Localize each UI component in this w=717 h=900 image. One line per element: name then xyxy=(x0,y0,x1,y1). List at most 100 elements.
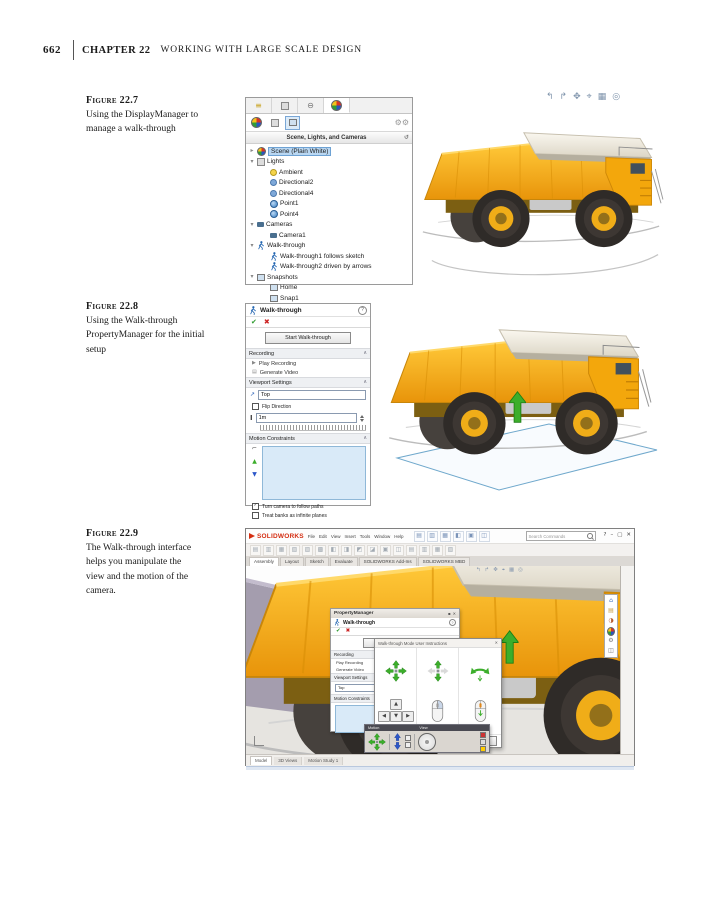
restore-button[interactable]: ▢ xyxy=(617,533,622,539)
task-pane-strip[interactable] xyxy=(620,566,634,754)
look-dpad-control[interactable] xyxy=(418,733,436,751)
tree-item-snap1[interactable]: Snap1 xyxy=(246,293,412,304)
cancel-x-icon[interactable]: ✖ xyxy=(346,629,351,635)
height-slider[interactable] xyxy=(260,425,366,431)
hud-settings-icon[interactable]: ◎ xyxy=(612,93,620,102)
minus-button[interactable] xyxy=(405,742,411,748)
qat-icon-6[interactable]: ◫ xyxy=(479,531,490,542)
plus-button[interactable] xyxy=(405,735,411,741)
toolbar-icon-16[interactable]: ▧ xyxy=(445,545,456,556)
close-icon[interactable]: ✕ xyxy=(453,612,456,616)
tree-item-cameras[interactable]: ▾ Cameras xyxy=(246,220,412,231)
tree-item-walkthrough2[interactable]: Walk-through2 driven by arrows xyxy=(246,262,412,273)
toolbar-icon-12[interactable]: ◫ xyxy=(393,545,404,556)
hud-icon-6[interactable]: ◎ xyxy=(518,568,523,574)
qat-icon-3[interactable]: ▦ xyxy=(440,531,451,542)
tab-motion-study[interactable]: Motion Study 1 xyxy=(304,757,343,765)
pan-icon[interactable]: ✥ xyxy=(573,93,581,102)
menu-file[interactable]: File xyxy=(308,534,315,539)
close-icon[interactable]: ✕ xyxy=(495,641,498,645)
toolbar-icon-15[interactable]: ▦ xyxy=(432,545,443,556)
toolbar-icon-1[interactable]: ▤ xyxy=(250,545,261,556)
tab-assembly[interactable]: Assembly xyxy=(249,557,279,566)
history-icon[interactable]: ↺ xyxy=(404,135,409,141)
propertymanager-window-titlebar[interactable]: PropertyManager ▪ ✕ xyxy=(331,609,459,618)
hud-icon-1[interactable]: ↰ xyxy=(476,568,481,574)
render-tools-gear-icon[interactable]: ⚙⚙ xyxy=(395,119,409,127)
graphics-area[interactable]: ↰ ↱ ✥ ⌖ ▦ ◎ PropertyManager ▪ ✕ Walk-thr… xyxy=(246,566,634,754)
tab-featuremanager[interactable]: ≡ xyxy=(246,98,272,113)
minimize-button[interactable]: – xyxy=(610,533,613,539)
toolbar-icon-3[interactable]: ▦ xyxy=(276,545,287,556)
menu-window[interactable]: Window xyxy=(374,534,390,539)
tree-item-walkthrough1[interactable]: Walk-through1 follows sketch xyxy=(246,251,412,262)
tab-propertymanager[interactable] xyxy=(272,98,298,113)
hud-icon-4[interactable]: ⌖ xyxy=(502,568,505,574)
tree-item-point4[interactable]: Point4 xyxy=(246,209,412,220)
toolbar-icon-4[interactable]: ▧ xyxy=(289,545,300,556)
ok-check-icon[interactable]: ✔ xyxy=(336,629,341,635)
menu-edit[interactable]: Edit xyxy=(319,534,327,539)
record-button[interactable] xyxy=(480,732,486,738)
tab-sketch[interactable]: Sketch xyxy=(305,557,329,566)
tab-evaluate[interactable]: Evaluate xyxy=(330,557,358,566)
toolbar-icon-11[interactable]: ▣ xyxy=(380,545,391,556)
palette-icon[interactable] xyxy=(607,627,615,635)
infinite-planes-checkbox[interactable] xyxy=(252,512,259,519)
tree-item-camera1[interactable]: Camera1 xyxy=(246,230,412,241)
tree-item-directional2[interactable]: Directional2 xyxy=(246,178,412,189)
qat-icon-2[interactable]: ▥ xyxy=(427,531,438,542)
play-recording-item[interactable]: ▶ Play Recording xyxy=(246,359,370,368)
toolbar-icon-5[interactable]: ▨ xyxy=(302,545,313,556)
toolbar-icon-13[interactable]: ▤ xyxy=(406,545,417,556)
generate-video-item[interactable]: ▤ Generate Video xyxy=(246,368,370,377)
look-around-icon[interactable]: ⌖ xyxy=(587,93,592,102)
pin-icon[interactable]: ▪ xyxy=(448,612,451,616)
tree-item-ambient[interactable]: Ambient xyxy=(246,167,412,178)
menu-view[interactable]: View xyxy=(331,534,341,539)
flip-direction-row[interactable]: Flip Direction xyxy=(246,402,370,411)
qat-icon-4[interactable]: ◧ xyxy=(453,531,464,542)
expander-icon[interactable]: ▾ xyxy=(249,159,255,165)
view-appearances-button[interactable] xyxy=(249,116,264,130)
cancel-x-icon[interactable]: ✖ xyxy=(264,319,270,326)
tree-item-snapshots[interactable]: ▾ Snapshots xyxy=(246,272,412,283)
tree-item-lights[interactable]: ▾ Lights xyxy=(246,157,412,168)
walk-back-icon[interactable]: ↰ xyxy=(546,93,554,102)
tab-layout[interactable]: Layout xyxy=(280,557,304,566)
tree-item-point1[interactable]: Point1 xyxy=(246,199,412,210)
start-walkthrough-button[interactable]: Start Walk-through xyxy=(265,332,351,344)
menu-tools[interactable]: Tools xyxy=(360,534,371,539)
toolbar-icon-7[interactable]: ◧ xyxy=(328,545,339,556)
tree-item-directional4[interactable]: Directional4 xyxy=(246,188,412,199)
view-scene-lights-cameras-button[interactable] xyxy=(285,116,300,130)
toolbar-icon-14[interactable]: ▥ xyxy=(419,545,430,556)
expander-icon[interactable]: ▾ xyxy=(249,222,255,228)
appearances-icon[interactable]: ◑ xyxy=(607,617,615,625)
menu-help[interactable]: Help xyxy=(394,534,403,539)
follow-paths-row[interactable]: ✓ Turn camera to follow paths xyxy=(246,502,370,511)
move-control-icon[interactable] xyxy=(368,733,386,751)
help-button[interactable]: ? xyxy=(604,533,607,539)
up-constraint-icon[interactable]: ▲ xyxy=(252,459,257,465)
qat-icon-1[interactable]: ▤ xyxy=(414,531,425,542)
design-library-icon[interactable]: ▤ xyxy=(607,607,615,615)
command-search-box[interactable]: Search Commands xyxy=(526,531,596,541)
help-icon[interactable]: ? xyxy=(449,619,456,626)
snapshot-icon[interactable]: ▦ xyxy=(598,93,607,102)
tab-solidworks-addins[interactable]: SOLIDWORKS Add-Ins xyxy=(359,557,417,566)
settings-gear-icon[interactable]: ⚙ xyxy=(607,637,615,645)
recording-section-header[interactable]: Recording ∧ xyxy=(246,348,370,359)
follow-paths-checkbox[interactable]: ✓ xyxy=(252,503,259,510)
hud-icon-3[interactable]: ✥ xyxy=(493,568,498,574)
hud-icon-5[interactable]: ▦ xyxy=(509,568,514,574)
expander-icon[interactable]: ▾ xyxy=(249,274,255,280)
tab-configurationmanager[interactable]: ⊖ xyxy=(298,98,324,113)
menu-insert[interactable]: Insert xyxy=(345,534,356,539)
close-button[interactable]: ✕ xyxy=(626,533,631,539)
snapshot-button[interactable] xyxy=(480,739,486,745)
custom-properties-icon[interactable]: ◫ xyxy=(607,647,615,655)
toolbar-icon-2[interactable]: ▥ xyxy=(263,545,274,556)
constraint-selection-box[interactable] xyxy=(262,446,366,500)
viewport-section-header[interactable]: Viewport Settings ∧ xyxy=(246,377,370,388)
